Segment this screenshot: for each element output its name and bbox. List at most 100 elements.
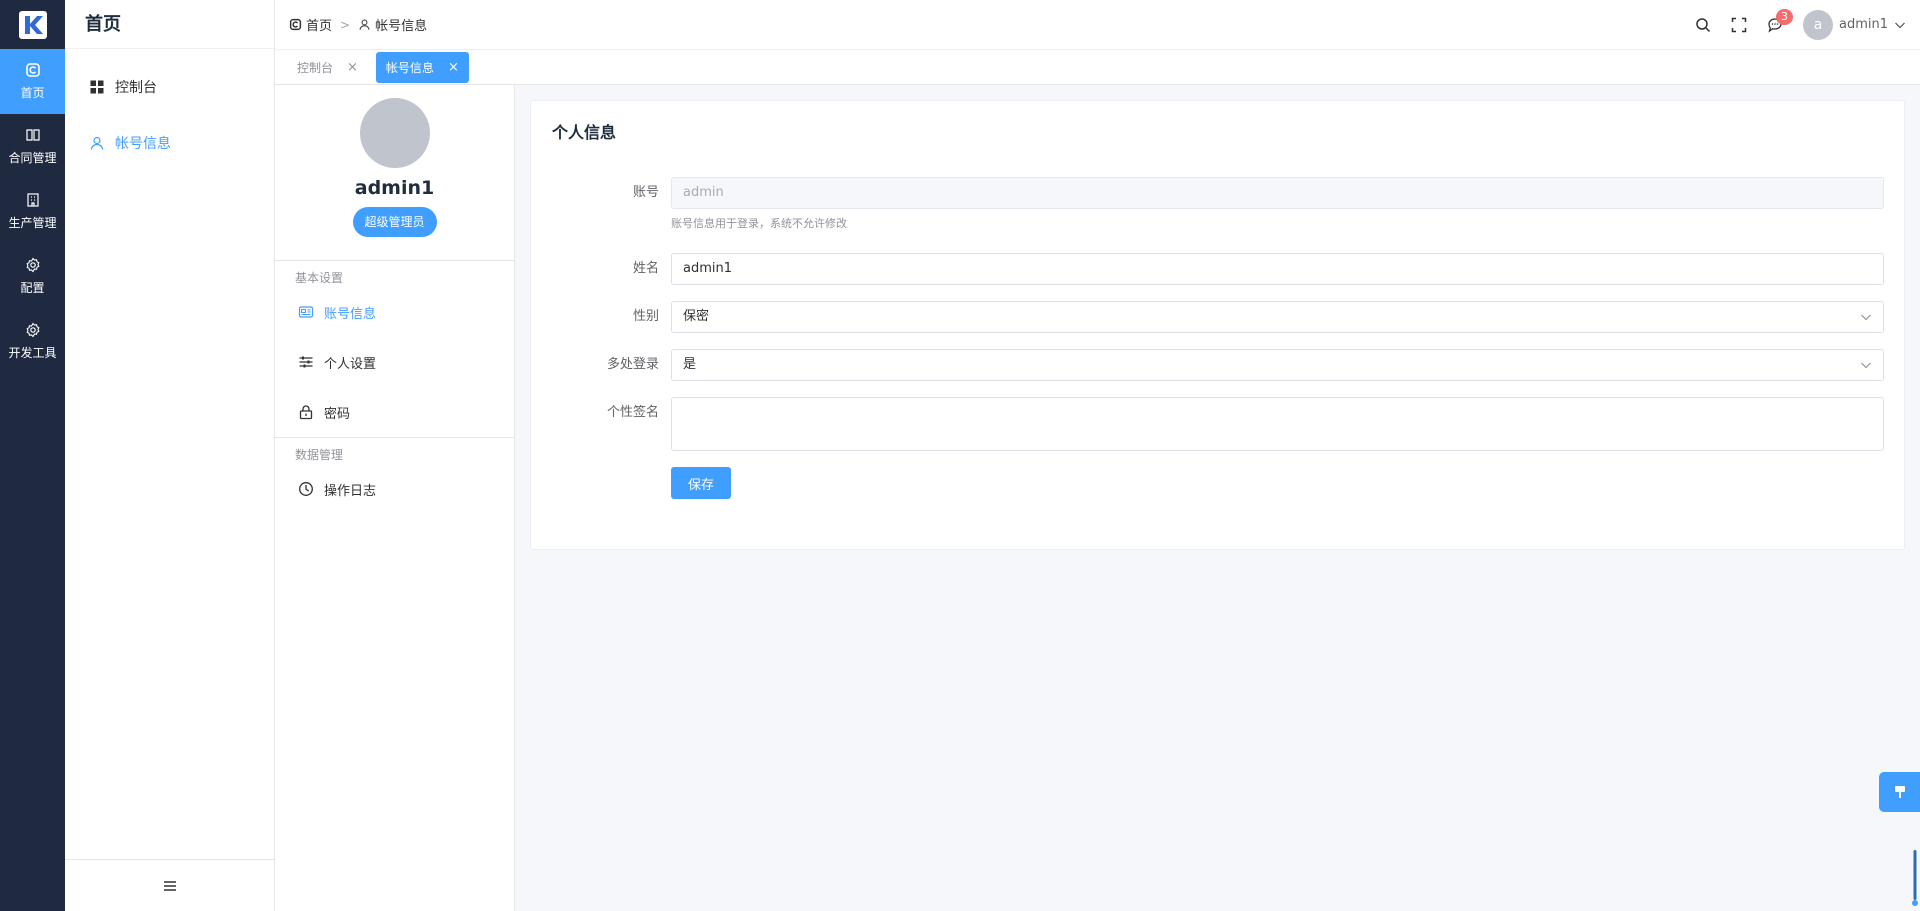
top-header: 首页 > 帐号信息 3 a admin1 xyxy=(275,0,1920,50)
rail-item-config[interactable]: 配置 xyxy=(0,244,65,309)
app-logo[interactable] xyxy=(0,0,65,49)
rail-item-label: 首页 xyxy=(20,86,45,100)
tab-dashboard[interactable]: 控制台 × xyxy=(287,52,368,83)
signature-textarea[interactable] xyxy=(671,397,1884,451)
settings-section: 基本设置 账号信息 个人设置 密码 xyxy=(275,260,514,437)
section-title: 基本设置 xyxy=(295,271,344,285)
collapse-menu-button[interactable] xyxy=(65,859,275,911)
user-menu[interactable]: a admin1 xyxy=(1802,9,1906,40)
search-button[interactable] xyxy=(1685,7,1721,43)
field-label: 多处登录 xyxy=(606,357,659,372)
id-card-icon xyxy=(298,306,314,318)
profile-name: admin1 xyxy=(354,177,435,199)
user-icon xyxy=(90,136,104,150)
user-name: admin1 xyxy=(1838,17,1888,32)
gear-icon xyxy=(25,257,40,273)
save-button[interactable]: 保存 xyxy=(671,467,731,499)
profile-nav-account-info[interactable]: 账号信息 xyxy=(275,287,514,337)
gender-select[interactable]: 保密 xyxy=(671,301,1884,333)
tabs-bar: 控制台 × 帐号信息 × xyxy=(275,50,1920,85)
rail-item-label: 生产管理 xyxy=(8,216,57,230)
form-row-signature: 个性签名 xyxy=(531,397,1884,451)
home-icon xyxy=(289,18,302,31)
form-row-gender: 性别 保密 xyxy=(531,301,1884,333)
field-label: 个性签名 xyxy=(606,405,659,420)
account-hint: 账号信息用于登录，系统不允许修改 xyxy=(671,217,847,230)
rail-item-label: 合同管理 xyxy=(8,151,57,165)
breadcrumb: 首页 > 帐号信息 xyxy=(289,15,427,34)
main-nav-rail: 首页 合同管理 生产管理 配置 开发工具 xyxy=(0,0,65,911)
sliders-icon xyxy=(299,356,313,368)
profile-nav-label: 密码 xyxy=(324,406,351,422)
profile-nav-operation-log[interactable]: 操作日志 xyxy=(275,464,514,514)
field-label: 姓名 xyxy=(632,261,659,276)
role-badge: 超级管理员 xyxy=(352,207,437,237)
scroll-indicator[interactable] xyxy=(1912,850,1918,908)
fullscreen-button[interactable] xyxy=(1721,7,1757,43)
tab-account[interactable]: 帐号信息 × xyxy=(375,51,469,83)
submenu-item-account[interactable]: 帐号信息 xyxy=(65,115,274,171)
building-icon xyxy=(26,193,39,207)
chevron-down-icon xyxy=(1861,314,1871,321)
chevron-down-icon xyxy=(1895,22,1905,28)
field-label: 账号 xyxy=(632,185,659,200)
floating-theme-button[interactable] xyxy=(1879,772,1920,812)
select-value: 是 xyxy=(683,357,697,372)
profile-panel: admin1 超级管理员 基本设置 账号信息 个人设置 密码 数据管理 操作日志 xyxy=(275,85,515,911)
form-row-name: 姓名 admin1 xyxy=(531,253,1884,285)
rail-item-label: 开发工具 xyxy=(8,346,57,360)
profile-nav-personal-settings[interactable]: 个人设置 xyxy=(275,337,514,387)
message-count-badge: 3 xyxy=(1775,8,1793,25)
submenu-item-label: 控制台 xyxy=(115,80,157,96)
field-label: 性别 xyxy=(632,309,659,324)
close-icon[interactable]: × xyxy=(347,60,358,75)
lock-icon xyxy=(299,405,313,420)
form-row-account: 账号 admin 账号信息用于登录，系统不允许修改 xyxy=(531,177,1884,231)
breadcrumb-item: 帐号信息 xyxy=(375,19,428,34)
card-title: 个人信息 xyxy=(552,123,617,142)
profile-nav-label: 账号信息 xyxy=(324,306,377,322)
gear-icon xyxy=(25,322,40,338)
submenu-title: 首页 xyxy=(65,0,274,49)
personal-info-card: 个人信息 账号 admin 账号信息用于登录，系统不允许修改 姓名 admin1… xyxy=(530,100,1905,550)
account-field: admin xyxy=(671,177,1884,209)
dashboard-icon xyxy=(90,80,104,94)
avatar: a xyxy=(1802,9,1833,40)
rail-item-home[interactable]: 首页 xyxy=(0,49,65,114)
form-row-actions: 保存 xyxy=(531,467,1884,499)
submenu-item-label: 帐号信息 xyxy=(115,136,171,152)
clock-icon xyxy=(299,482,313,496)
sub-menu: 首页 控制台 帐号信息 xyxy=(65,0,275,911)
rail-item-contracts[interactable]: 合同管理 xyxy=(0,114,65,179)
breadcrumb-item[interactable]: 首页 xyxy=(306,15,332,34)
chevron-down-icon xyxy=(1861,362,1871,369)
submenu-item-dashboard[interactable]: 控制台 xyxy=(65,59,274,115)
rail-item-devtools[interactable]: 开发工具 xyxy=(0,309,65,374)
select-value: 保密 xyxy=(683,309,710,324)
user-icon xyxy=(359,19,370,30)
tab-label: 控制台 xyxy=(297,60,334,75)
header-actions: 3 a admin1 xyxy=(1685,7,1906,43)
section-title: 数据管理 xyxy=(295,448,344,462)
form-row-multi-login: 多处登录 是 xyxy=(531,349,1884,381)
rail-item-production[interactable]: 生产管理 xyxy=(0,179,65,244)
messages-button[interactable]: 3 xyxy=(1757,7,1793,43)
home-icon xyxy=(25,63,40,77)
logo-icon xyxy=(18,10,47,39)
book-icon xyxy=(25,129,40,141)
multi-login-select[interactable]: 是 xyxy=(671,349,1884,381)
breadcrumb-separator: > xyxy=(340,17,351,32)
hamburger-icon xyxy=(164,880,176,891)
data-section: 数据管理 操作日志 xyxy=(275,437,514,514)
tab-label: 帐号信息 xyxy=(385,60,434,75)
profile-nav-password[interactable]: 密码 xyxy=(275,387,514,437)
close-icon[interactable]: × xyxy=(448,60,459,75)
profile-nav-label: 操作日志 xyxy=(324,483,377,499)
brush-icon xyxy=(1894,786,1905,798)
personal-info-form: 账号 admin 账号信息用于登录，系统不允许修改 姓名 admin1 性别 保… xyxy=(531,177,1884,515)
main-content: 个人信息 账号 admin 账号信息用于登录，系统不允许修改 姓名 admin1… xyxy=(515,85,1920,911)
fullscreen-icon xyxy=(1731,17,1747,32)
profile-nav-label: 个人设置 xyxy=(324,356,377,372)
name-field[interactable]: admin1 xyxy=(671,253,1884,285)
search-icon xyxy=(1696,17,1711,32)
